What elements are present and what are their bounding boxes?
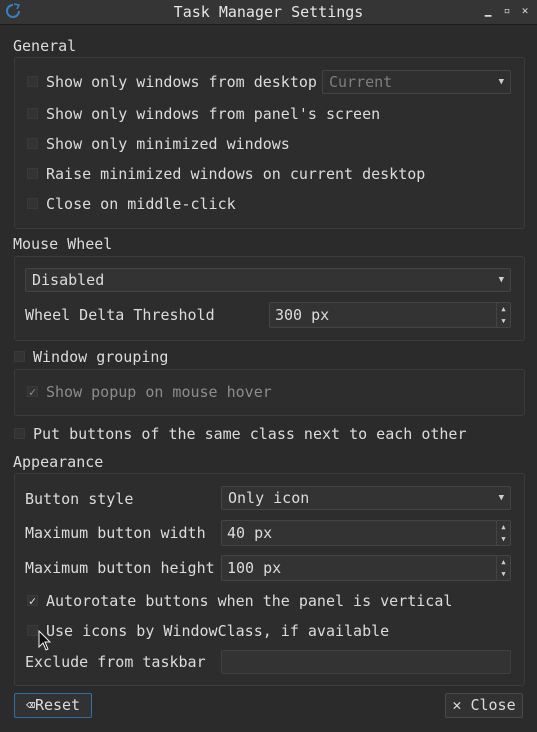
appearance-section-label: Appearance	[13, 453, 104, 471]
chevron-down-icon: ▼	[498, 275, 504, 285]
checkbox-label: Show only windows from desktop	[46, 73, 317, 91]
spin-down-icon[interactable]: ▼	[496, 533, 510, 545]
wheel-delta-label: Wheel Delta Threshold	[25, 306, 215, 324]
checkbox-label: Put buttons of the same class next to ea…	[33, 425, 467, 443]
mouse-pointer-icon	[38, 630, 52, 651]
spin-up-icon[interactable]: ▲	[496, 521, 510, 533]
window-title: Task Manager Settings	[173, 3, 364, 21]
general-section-label: General	[13, 37, 77, 55]
appearance-group: Button style Only icon ▼ Maximum button …	[14, 473, 525, 686]
spin-down-icon[interactable]: ▼	[496, 315, 510, 327]
desktop-combo[interactable]: Current ▼	[322, 70, 511, 94]
button-style-combo[interactable]: Only icon ▼	[221, 486, 511, 510]
combo-value: Current	[329, 73, 393, 91]
checkbox-label: Window grouping	[33, 348, 169, 366]
checkbox-label: Autorotate buttons when the panel is ver…	[46, 592, 453, 610]
minimize-icon[interactable]: ▁	[481, 4, 495, 18]
general-group: Show only windows from desktop Current ▼…	[14, 57, 525, 229]
close-label: Close	[470, 696, 516, 714]
checkbox-label: Use icons by WindowClass, if available	[46, 622, 390, 640]
spin-up-icon[interactable]: ▲	[496, 303, 510, 315]
checkbox-box[interactable]	[27, 168, 38, 179]
spin-value: 40 px	[227, 524, 273, 542]
maximize-icon[interactable]: ▫	[500, 4, 514, 18]
exclude-label: Exclude from taskbar	[25, 653, 206, 671]
combo-value: Disabled	[32, 271, 105, 289]
mouse-wheel-section-label: Mouse Wheel	[13, 235, 113, 253]
chevron-down-icon: ▼	[498, 493, 504, 503]
exclude-input[interactable]	[221, 650, 511, 674]
max-height-label: Maximum button height	[25, 559, 215, 577]
reset-button[interactable]: ⌫Reset	[14, 693, 92, 718]
checkbox-box[interactable]	[27, 625, 38, 636]
close-window-icon[interactable]: ✕	[518, 4, 532, 18]
button-style-label: Button style	[25, 490, 134, 508]
close-icon: ✕	[452, 696, 462, 714]
max-width-label: Maximum button width	[25, 524, 206, 542]
checkbox-box[interactable]	[14, 351, 25, 362]
checkbox-label: Show only windows from panel's screen	[46, 105, 381, 123]
reset-icon: ⌫	[25, 696, 35, 714]
checkbox-label: Show popup on mouse hover	[46, 383, 272, 401]
checkbox-box[interactable]	[27, 108, 38, 119]
grouping-group: ✓ Show popup on mouse hover	[14, 369, 525, 416]
check-icon: ✓	[27, 385, 38, 399]
checkbox-box[interactable]	[27, 138, 38, 149]
reset-label: Reset	[34, 696, 81, 714]
spin-down-icon[interactable]: ▼	[496, 568, 510, 580]
checkbox-box[interactable]	[27, 76, 38, 87]
wheel-mode-combo[interactable]: Disabled ▼	[25, 268, 511, 292]
max-width-spinbox[interactable]: 40 px ▲ ▼	[221, 520, 511, 546]
checkbox-box[interactable]	[14, 428, 25, 439]
mouse-wheel-group: Disabled ▼ Wheel Delta Threshold 300 px …	[14, 256, 525, 341]
checkbox-label: Raise minimized windows on current deskt…	[46, 165, 426, 183]
checkbox-box[interactable]	[27, 198, 38, 209]
checkbox-label: Close on middle-click	[46, 195, 236, 213]
checkbox-label: Show only minimized windows	[46, 135, 290, 153]
spin-value: 100 px	[227, 559, 282, 577]
wheel-delta-spinbox[interactable]: 300 px ▲ ▼	[269, 302, 511, 328]
spin-up-icon[interactable]: ▲	[496, 556, 510, 568]
chevron-down-icon: ▼	[498, 77, 504, 87]
close-button[interactable]: ✕ Close	[445, 693, 523, 718]
combo-value: Only icon	[228, 489, 310, 507]
max-height-spinbox[interactable]: 100 px ▲ ▼	[221, 555, 511, 581]
title-bar: Task Manager Settings ▁ ▫ ✕	[0, 0, 537, 25]
check-icon[interactable]: ✓	[27, 595, 38, 607]
spin-value: 300 px	[275, 306, 330, 324]
